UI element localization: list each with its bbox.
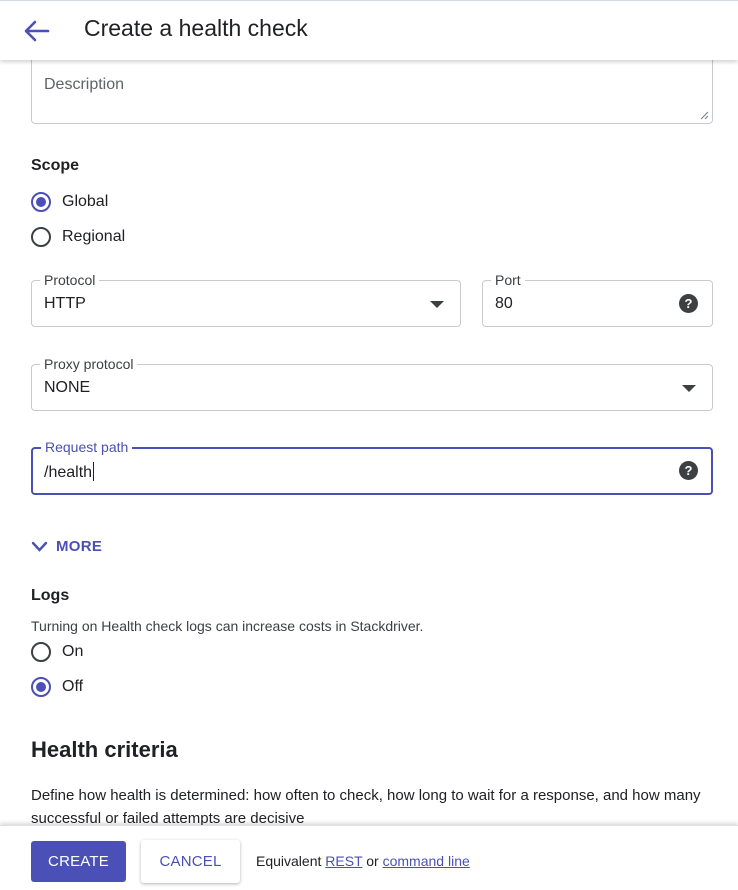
protocol-label: Protocol [40,271,100,289]
back-button[interactable] [22,17,52,45]
or-text: or [366,853,379,869]
scope-option-regional[interactable]: Regional [31,225,125,249]
logs-option-on[interactable]: On [31,640,83,664]
arrow-back-icon [24,20,50,42]
rest-link[interactable]: REST [325,853,362,869]
radio-unchecked-icon[interactable] [31,227,51,247]
logs-note: Turning on Health check logs can increas… [31,618,424,634]
description-field[interactable]: Description [31,60,713,124]
port-value: 80 [495,295,513,312]
form-content: Description Scope Global Regional Protoc… [0,60,738,825]
radio-checked-icon[interactable] [31,192,51,212]
command-line-link[interactable]: command line [383,853,470,869]
protocol-value: HTTP [44,295,86,312]
page-header: Create a health check [0,0,738,60]
equivalent-text: Equivalent REST or command line [256,853,470,869]
description-placeholder: Description [44,76,125,93]
request-path-label: Request path [41,438,133,456]
help-icon[interactable]: ? [679,294,698,313]
port-label: Port [491,271,525,289]
dropdown-arrow-icon[interactable] [682,385,696,392]
equivalent-prefix: Equivalent [256,853,322,869]
text-caret [93,462,95,481]
radio-unchecked-icon[interactable] [31,642,51,662]
proxy-protocol-value: NONE [44,379,91,396]
page-title: Create a health check [84,15,308,41]
request-path-value-wrap: /health [44,462,95,482]
resize-handle-icon[interactable] [700,111,709,120]
scope-global-label: Global [62,193,109,210]
chevron-down-icon [31,541,48,552]
create-button[interactable]: CREATE [31,841,126,882]
dropdown-arrow-icon[interactable] [430,301,444,308]
logs-label: Logs [31,587,70,604]
proxy-protocol-select[interactable]: Proxy protocol NONE [31,355,713,411]
more-label: MORE [56,538,103,555]
protocol-select[interactable]: Protocol HTTP [31,271,461,327]
health-criteria-title: Health criteria [31,737,178,762]
footer-bar: CREATE CANCEL Equivalent REST or command… [0,825,738,890]
proxy-protocol-label: Proxy protocol [40,355,138,373]
help-icon[interactable]: ? [679,461,698,480]
logs-off-label: Off [62,678,84,695]
request-path-value: /health [44,464,93,481]
port-input[interactable]: Port 80 ? [482,271,713,327]
health-criteria-text: Define how health is determined: how oft… [31,787,701,825]
logs-option-off[interactable]: Off [31,675,83,699]
more-toggle[interactable]: MORE [31,538,102,555]
cancel-button[interactable]: CANCEL [141,840,240,883]
radio-checked-icon[interactable] [31,677,51,697]
logs-on-label: On [62,643,84,660]
request-path-input[interactable]: Request path /health ? [31,438,713,495]
scope-option-global[interactable]: Global [31,190,108,214]
scope-label: Scope [31,157,80,174]
scope-regional-label: Regional [62,228,126,245]
